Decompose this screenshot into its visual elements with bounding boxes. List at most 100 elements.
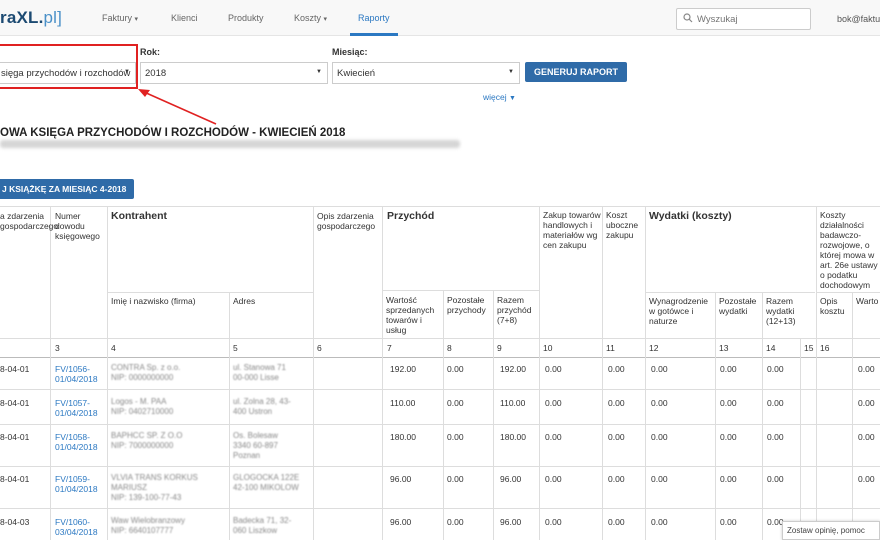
cell-other-income: 0.00 [447,398,464,408]
caret-down-icon: ▼ [508,69,514,75]
col-number: 7 [387,343,392,353]
row-date: 8-04-01 [0,398,30,408]
cell-other-income: 0.00 [447,474,464,484]
table-col-border [50,206,51,540]
header-date: a zdarzenia gospodarczego [0,211,59,231]
cell-purchase: 0.00 [545,364,562,374]
caret-down-icon: ▼ [509,95,516,102]
doc-link[interactable]: FV/1056- 01/04/2018 [55,364,98,384]
nav-raporty[interactable]: Raporty [358,13,390,23]
table-col-border [602,206,603,540]
table-divider [382,290,539,291]
nav-produkty[interactable]: Produkty [228,13,264,23]
caret-down-icon: ▾ [323,16,328,23]
company-details-redacted [0,140,460,148]
table-col-border [382,206,383,540]
search-box[interactable] [676,8,811,30]
table-divider [0,389,880,390]
header-rd-costs: Koszty działalności badawczo-rozwojowe, … [820,210,878,290]
table-divider [0,466,880,467]
header-cost-desc: Opis kosztu [820,296,845,316]
nav-koszty[interactable]: Koszty ▾ [294,13,327,23]
cell-purchase: 0.00 [545,432,562,442]
table-col-border [229,292,230,540]
nav-klienci[interactable]: Klienci [171,13,198,23]
contractor-address-redacted: ul. Zolna 28, 43- 400 Ustron [233,397,291,416]
col-number: 3 [55,343,60,353]
cell-purchase: 0.00 [545,474,562,484]
table-col-border [539,206,540,540]
cell-other-expenses: 0.00 [720,398,737,408]
row-date: 8-04-01 [0,364,30,374]
cell-salary: 0.00 [651,364,668,374]
cell-salary: 0.00 [651,474,668,484]
cell-total-expenses: 0.00 [767,398,784,408]
table-divider [645,292,815,293]
cell-purchase: 0.00 [545,517,562,527]
col-number: 14 [766,343,776,353]
cell-salary: 0.00 [651,432,668,442]
table-top-border [0,206,880,207]
cell-total-expenses: 0.00 [767,474,784,484]
header-total-expenses: Razem wydatki (12+13) [766,296,796,326]
cell-sales: 110.00 [390,398,416,408]
search-input[interactable] [697,12,807,26]
table-col-border [107,206,108,540]
cell-other-expenses: 0.00 [720,517,737,527]
month-select[interactable]: Kwiecień ▼ [332,62,520,84]
col-number: 12 [649,343,659,353]
doc-link[interactable]: FV/1060- 03/04/2018 [55,517,98,537]
table-col-border [443,290,444,540]
header-income: Przychód [387,210,435,222]
cell-sales: 96.00 [390,474,412,484]
col-number: 5 [233,343,238,353]
cell-value: 0.00 [858,398,875,408]
generate-report-button[interactable]: GENERUJ RAPORT [525,62,627,82]
doc-link[interactable]: FV/1057- 01/04/2018 [55,398,98,418]
active-tab-indicator [350,33,398,36]
header-name: Imię i nazwisko (firma) [111,296,196,306]
table-col-border [715,292,716,540]
row-date: 8-04-03 [0,517,30,527]
year-select[interactable]: 2018 ▼ [140,62,328,84]
cell-total-income: 96.00 [500,517,522,527]
brand-logo[interactable]: raXL.pl] [0,8,62,28]
col-number: 13 [719,343,729,353]
caret-down-icon: ▾ [134,16,139,23]
cell-other-income: 0.00 [447,364,464,374]
cell-other-income: 0.00 [447,517,464,527]
contractor-name-redacted: VLVIA TRANS KORKUS MARIUSZ NIP: 139-100-77… [111,473,198,502]
more-link[interactable]: więcej ▼ [483,92,516,102]
header-sales-value: Wartość sprzedanych towarów i usług [386,295,435,335]
print-book-button[interactable]: J KSIĄŻKĘ ZA MIESIĄC 4-2018 [0,179,134,199]
col-number: 15 [804,343,814,353]
table-col-border [313,206,314,540]
header-address: Adres [233,296,256,306]
cell-salary: 0.00 [651,517,668,527]
cell-sales: 96.00 [390,517,412,527]
header-total-income: Razem przychód (7+8) [497,295,532,325]
cell-purchase: 0.00 [545,398,562,408]
annotation-arrow-icon [138,89,217,125]
col-number: 4 [111,343,116,353]
cell-side-costs: 0.00 [608,364,625,374]
cell-side-costs: 0.00 [608,474,625,484]
col-number: 8 [447,343,452,353]
year-label: Rok: [140,47,160,57]
row-date: 8-04-01 [0,474,30,484]
cell-total-expenses: 0.00 [767,432,784,442]
contractor-address-redacted: Badecka 71, 32- 060 Liszkow [233,516,292,535]
cell-other-expenses: 0.00 [720,474,737,484]
doc-link[interactable]: FV/1059- 01/04/2018 [55,474,98,494]
contractor-name-redacted: Logos - M. PAA NIP: 0402710000 [111,397,174,416]
table-col-border [816,206,817,540]
caret-down-icon: ▼ [316,69,322,75]
header-doc-number: Numer dowodu księgowego [55,211,100,241]
table-divider [0,508,880,509]
feedback-button[interactable]: Zostaw opinię, pomoc [782,521,880,540]
nav-faktury[interactable]: Faktury ▾ [102,13,138,23]
doc-link[interactable]: FV/1058- 01/04/2018 [55,432,98,452]
header-description: Opis zdarzenia gospodarczego [317,211,376,231]
user-email[interactable]: bok@fakturaxl.pl [837,14,880,24]
col-number: 6 [317,343,322,353]
